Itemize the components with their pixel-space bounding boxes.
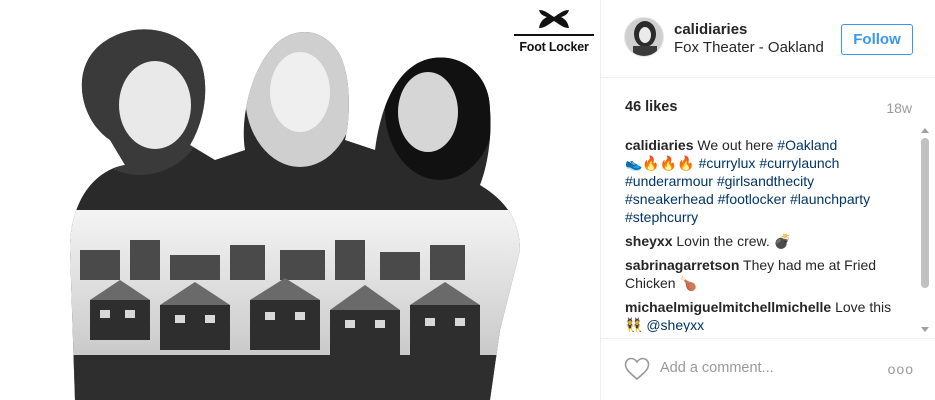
likes-count[interactable]: 46 likes [625, 99, 677, 115]
post-photo[interactable]: Foot Locker [0, 0, 600, 400]
avatar-image [625, 18, 663, 56]
comment-item: sabrinagarretson They had me at Fried Ch… [625, 256, 910, 292]
scroll-down-arrow-icon[interactable] [921, 327, 929, 332]
comment-item: michaelmiguelmitchellmichelle Love this 👯… [625, 298, 910, 332]
hashtag-link[interactable]: #currylaunch [759, 155, 839, 171]
hashtag-link[interactable]: #launchparty [790, 191, 870, 207]
hashtag-link[interactable]: #currylux [699, 155, 756, 171]
post-footer: ooo [601, 338, 935, 400]
brand-logo: Foot Locker [512, 8, 596, 64]
comment-text: 👯 [625, 317, 647, 332]
photo-image [70, 29, 520, 400]
scrollbar-thumb[interactable] [921, 138, 929, 288]
hashtag-link[interactable]: #underarmour [625, 173, 713, 189]
comments-list: calidiaries We out here #Oakland 👟🔥🔥🔥 #cu… [625, 136, 910, 332]
username-link[interactable]: calidiaries [674, 21, 747, 38]
post-header: calidiaries Fox Theater - Oakland Follow [601, 0, 935, 78]
instagram-post: Foot Locker calidiaries Fox Theater - Oa… [0, 0, 935, 400]
comment-item: calidiaries We out here #Oakland 👟🔥🔥🔥 #cu… [625, 136, 910, 226]
comment-item: sheyxx Lovin the crew. 💣 [625, 232, 910, 250]
comment-text: We out here [697, 137, 778, 153]
avatar[interactable] [624, 17, 664, 57]
brand-logo-text: Foot Locker [519, 40, 589, 54]
comment-text: 👟🔥🔥🔥 [625, 155, 699, 171]
under-armour-logo-icon [539, 10, 569, 28]
comment-username-link[interactable]: michaelmiguelmitchellmichelle [625, 299, 831, 315]
post-age[interactable]: 18w [886, 100, 912, 116]
brand-divider [514, 34, 594, 36]
comments-scrollbar[interactable] [920, 128, 930, 332]
comment-username-link[interactable]: sheyxx [625, 233, 672, 249]
heart-icon[interactable] [624, 357, 650, 381]
comment-text: Love this [835, 299, 892, 315]
hashtag-link[interactable]: #footlocker [718, 191, 786, 207]
follow-button[interactable]: Follow [841, 24, 913, 55]
more-options-icon[interactable]: ooo [888, 361, 914, 377]
comment-text: Lovin the crew. 💣 [676, 233, 792, 249]
add-comment-input[interactable] [660, 358, 880, 378]
hashtag-link[interactable]: #sneakerhead [625, 191, 714, 207]
scroll-up-arrow-icon[interactable] [921, 128, 929, 133]
comment-username-link[interactable]: sabrinagarretson [625, 257, 739, 273]
post-details-panel: calidiaries Fox Theater - Oakland Follow… [600, 0, 935, 400]
hashtag-link[interactable]: @sheyxx [646, 317, 704, 332]
location-link[interactable]: Fox Theater - Oakland [674, 39, 824, 56]
hashtag-link[interactable]: #Oakland [777, 137, 837, 153]
comment-username-link[interactable]: calidiaries [625, 137, 694, 153]
hashtag-link[interactable]: #stephcurry [625, 209, 698, 225]
hashtag-link[interactable]: #girlsandthecity [717, 173, 814, 189]
